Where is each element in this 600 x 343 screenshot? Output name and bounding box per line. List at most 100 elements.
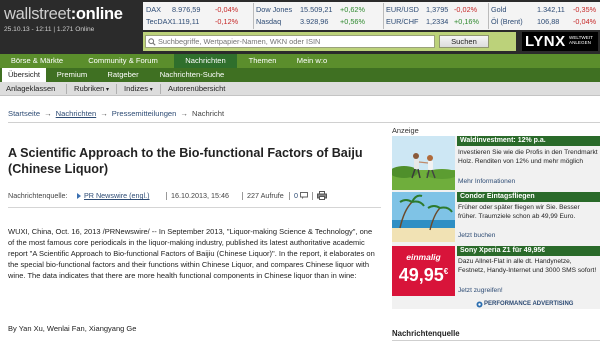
menu-rubriken[interactable]: Rubriken [70, 82, 113, 96]
breadcrumb-pressemitteilungen[interactable]: Pressemitteilungen [112, 109, 177, 118]
ticker-change: -0,04% [573, 17, 597, 26]
search-icon [148, 38, 156, 46]
ticker-item-eur-usd[interactable]: EUR/USD 1,3795 -0,02% [386, 4, 486, 16]
ticker-value: 1,2334 [426, 17, 449, 26]
ticker-name: Öl (Brent) [491, 17, 523, 26]
comment-icon[interactable] [300, 192, 308, 199]
ad-text-sony-xperia: Dazu Allnet-Flat in alle dt. Handynetze,… [458, 258, 597, 274]
article-body: WUXI, China, Oct. 16, 2013 /PRNewswire/ … [8, 227, 375, 280]
tab-ratgeber[interactable]: Ratgeber [98, 68, 148, 82]
ad-text-condor: Früher oder später fliegen wir Sie. Bess… [458, 204, 580, 220]
lynx-logo-text: LYNX [525, 33, 566, 50]
site-logo[interactable]: wallstreet:online [4, 5, 123, 23]
ticker-divider [488, 3, 489, 29]
breadcrumb-nachrichten[interactable]: Nachrichten [56, 109, 97, 118]
search-button[interactable]: Suchen [439, 35, 489, 48]
logo-text-wallstreet: wallstreet [4, 5, 71, 23]
site-header: wallstreet:online 25.10.13 - 12:11 | 1.2… [0, 0, 600, 54]
nav-item-nachrichten[interactable]: Nachrichten [174, 54, 237, 68]
ticker-change: -0,02% [454, 5, 478, 14]
ticker-item-tecdax[interactable]: TecDAX 1.119,11 -0,12% [146, 16, 256, 28]
news-source-heading: Nachrichtenquelle [392, 329, 460, 338]
ticker-change: +0,62% [340, 5, 365, 14]
ticker-name: TecDAX [146, 17, 173, 26]
print-icon[interactable] [317, 191, 327, 200]
meta-divider [166, 192, 167, 200]
performance-advertising-icon [476, 301, 483, 308]
ticker-item-eur-chf[interactable]: EUR/CHF 1,2334 +0,16% [386, 16, 486, 28]
menu-autorenuebersicht[interactable]: Autorenübersicht [164, 82, 229, 96]
ticker-item-nasdaq[interactable]: Nasdaq 3.928,96 +0,56% [256, 16, 382, 28]
search-input[interactable] [145, 35, 435, 48]
ticker-value: 1,3795 [426, 5, 449, 14]
performance-advertising-label[interactable]: PERFORMANCE ADVERTISING [484, 299, 573, 309]
nav-item-themen[interactable]: Themen [240, 54, 285, 68]
ticker-change: -0,12% [215, 17, 239, 26]
article-byline: By Yan Xu, Wenlai Fan, Xiangyang Ge [8, 324, 137, 333]
ad-badge-currency: € [443, 267, 449, 276]
meta-divider [289, 192, 290, 200]
ticker-item-gold[interactable]: Gold 1.342,11 -0,35% [491, 4, 599, 16]
news-source-link[interactable]: PR Newswire (engl.) [84, 190, 150, 202]
ticker-name: EUR/CHF [386, 17, 419, 26]
ticker-name: Gold [491, 5, 507, 14]
ad-link-jetzt-zugreifen[interactable]: Jetzt zugreifen! [458, 287, 503, 294]
tertiary-nav: Anlageklassen Rubriken Indizes Autorenüb… [0, 82, 600, 96]
article-date: 16.10.2013, 15:46 [171, 191, 229, 200]
divider [8, 207, 381, 208]
ad-box: Waldinvestment: 12% p.a. Investieren Sie… [392, 136, 600, 309]
view-count: 227 Aufrufe [247, 191, 284, 200]
ad-text-waldinvestment: Investieren Sie wie die Profis in den Tr… [458, 149, 598, 165]
menu-anlageklassen[interactable]: Anlageklassen [2, 82, 59, 96]
menu-indizes[interactable]: Indizes [120, 82, 157, 96]
ad-headline-condor[interactable]: Condor Eintagsfliegen [457, 192, 600, 202]
ticker-item-dax[interactable]: DAX 8.976,59 -0,04% [146, 4, 256, 16]
ad-image-beach[interactable] [392, 192, 455, 242]
ad-image-forest-couple[interactable] [392, 136, 455, 190]
search-bar: Suchen [143, 32, 516, 51]
ticker-change: +0,16% [454, 17, 479, 26]
ticker-value: 106,88 [537, 17, 560, 26]
link-arrow-icon [77, 193, 81, 199]
ad-footer: PERFORMANCE ADVERTISING [392, 299, 600, 309]
ticker-name: Dow Jones [256, 5, 293, 14]
tab-premium[interactable]: Premium [50, 68, 94, 82]
ad-link-mehr-informationen[interactable]: Mehr Informationen [458, 178, 515, 185]
ad-link-jetzt-buchen[interactable]: Jetzt buchen [458, 232, 495, 239]
ticker-value: 8.976,59 [172, 5, 201, 14]
nav-item-community-forum[interactable]: Community & Forum [74, 54, 172, 68]
nav-item-boerse-maerkte[interactable]: Börse & Märkte [0, 54, 74, 68]
ticker-divider [383, 3, 384, 29]
divider [8, 122, 600, 123]
date-online-count: 25.10.13 - 12:11 | 1.271 Online [4, 26, 95, 33]
nav-item-mein-wo[interactable]: Mein w:o [286, 54, 338, 68]
market-ticker: DAX 8.976,59 -0,04% Dow Jones 15.509,21 … [143, 2, 600, 30]
breadcrumb-arrow-icon: → [180, 109, 188, 118]
meta-divider [242, 192, 243, 200]
breadcrumb-arrow-icon: → [44, 109, 52, 118]
breadcrumb-arrow-icon: → [100, 109, 108, 118]
ticker-change: +0,56% [340, 17, 365, 26]
tab-nachrichten-suche[interactable]: Nachrichten-Suche [152, 68, 232, 82]
ticker-name: Nasdaq [256, 17, 282, 26]
ad-label: Anzeige [392, 126, 419, 135]
nav-divider [160, 84, 161, 94]
comment-count[interactable]: 0 [294, 190, 298, 202]
news-source-label: Nachrichtenquelle: [8, 191, 68, 200]
ticker-item-dow-jones[interactable]: Dow Jones 15.509,21 +0,62% [256, 4, 382, 16]
article-title: A Scientific Approach to the Bio-functio… [8, 146, 363, 176]
lynx-tagline: WELTWEIT ANLEGEN [569, 35, 593, 45]
nav-divider [116, 84, 117, 94]
lynx-ad-logo[interactable]: LYNX WELTWEIT ANLEGEN [522, 32, 598, 51]
ticker-value: 1.119,11 [172, 17, 200, 26]
ad-image-einmalig-price[interactable]: einmalig 49,95€ [392, 246, 455, 296]
ad-headline-sony-xperia[interactable]: Sony Xperia Z1 für 49,95€ [457, 246, 600, 256]
ticker-item-oil-brent[interactable]: Öl (Brent) 106,88 -0,04% [491, 16, 599, 28]
primary-nav: Börse & Märkte Community & Forum Nachric… [0, 54, 600, 68]
tab-uebersicht[interactable]: Übersicht [2, 68, 46, 82]
breadcrumb-startseite[interactable]: Startseite [8, 109, 40, 118]
ticker-name: DAX [146, 5, 162, 14]
ticker-value: 15.509,21 [300, 5, 333, 14]
ad-headline-waldinvestment[interactable]: Waldinvestment: 12% p.a. [457, 136, 600, 146]
ad-badge-price: 49,95 [398, 265, 444, 285]
